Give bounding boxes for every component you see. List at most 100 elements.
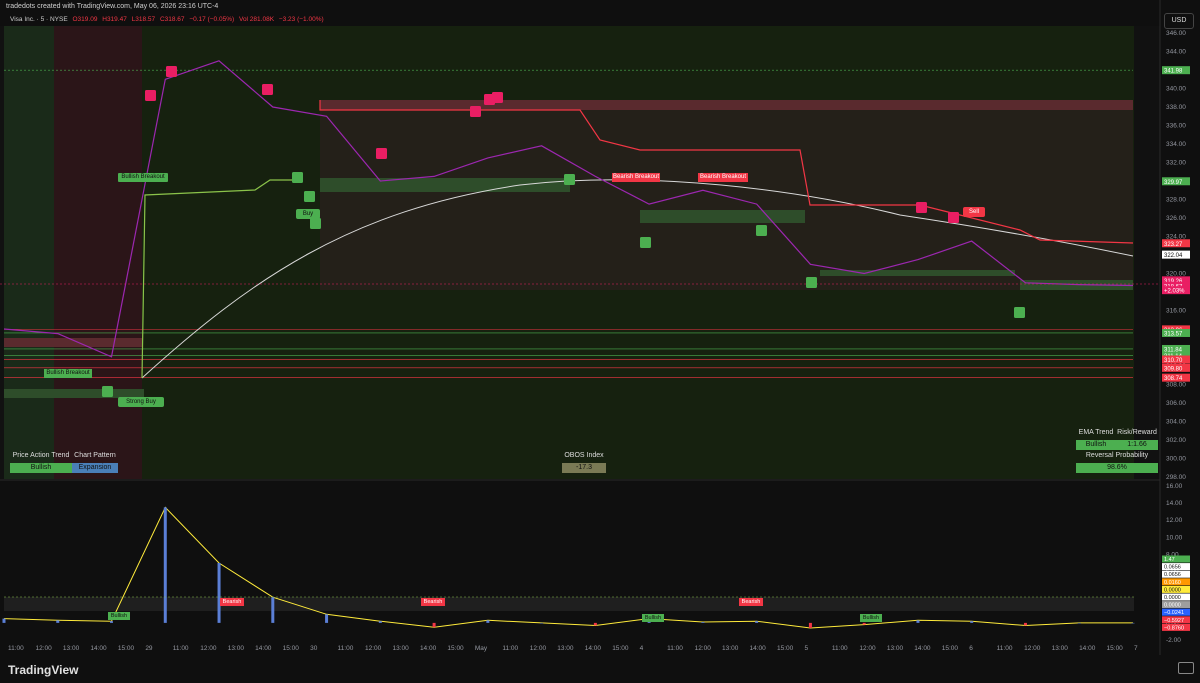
osc-tag-label: −0.8760 [1164, 625, 1184, 631]
cloud-bear [320, 110, 1133, 290]
sell-label: Sell [963, 207, 985, 217]
price-tag-label: 313.57 [1164, 331, 1183, 337]
price-chart[interactable]: 346.00344.00342.00340.00338.00336.00334.… [0, 0, 1200, 683]
bullish-breakout-label-1: Bullish Breakout [118, 173, 168, 182]
price-axis-label: 304.00 [1166, 419, 1186, 426]
time-axis-label: 4 [640, 645, 644, 652]
time-axis-label: 13:00 [887, 645, 904, 652]
price-tag-label: 341.98 [1164, 69, 1183, 75]
osc-bar [701, 622, 705, 623]
support-box-2 [640, 210, 805, 223]
osc-tag-label: 0.0656 [1164, 572, 1181, 578]
price-tag-label: 323.27 [1164, 242, 1183, 248]
price-axis-label: 316.00 [1166, 308, 1186, 315]
buy-signal-icon[interactable] [640, 237, 651, 248]
osc-bar [271, 597, 275, 623]
time-axis-label: 14:00 [255, 645, 272, 652]
osc-bar [970, 621, 974, 623]
bull-zone-left [4, 26, 54, 479]
osc-bar [808, 622, 812, 629]
time-axis-label: 11:00 [8, 645, 24, 652]
price-tag-label: 309.80 [1164, 366, 1183, 372]
osc-bullish-label-3: Bullish [860, 614, 882, 622]
time-axis-label: 12:00 [200, 645, 217, 652]
buy-signal-icon[interactable] [102, 386, 113, 397]
chart-pattern-value: Expansion [72, 463, 118, 473]
bullish-breakout-label-2: Bullish Breakout [44, 369, 92, 378]
price-axis-label: 326.00 [1166, 215, 1186, 222]
sell-signal-icon[interactable] [376, 148, 387, 159]
osc-tag-label: 0.0000 [1164, 595, 1181, 601]
buy-signal-icon[interactable] [292, 172, 303, 183]
price-axis-label: 332.00 [1166, 160, 1186, 167]
osc-tag-label: 0.0000 [1164, 603, 1181, 609]
buy-signal-icon[interactable] [304, 191, 315, 202]
sell-signal-icon[interactable] [166, 66, 177, 77]
osc-bar [56, 620, 60, 623]
time-axis-label: 14:00 [1079, 645, 1096, 652]
buy-signal-icon[interactable] [310, 218, 321, 229]
sell-signal-icon[interactable] [145, 90, 156, 101]
time-axis-label: 11:00 [338, 645, 354, 652]
time-axis-label: 13:00 [63, 645, 80, 652]
support-box-1 [320, 178, 570, 192]
osc-tag-label: 0.0160 [1164, 580, 1181, 586]
price-axis-label: 306.00 [1166, 400, 1186, 407]
osc-bar [862, 622, 866, 625]
price-axis: 346.00344.00342.00340.00338.00336.00334.… [1162, 30, 1190, 481]
bear-zone [54, 26, 142, 479]
sell-signal-icon[interactable] [470, 106, 481, 117]
osc-axis-label: 12.00 [1166, 517, 1183, 524]
tradingview-chart-window: tradedots created with TradingView.com, … [0, 0, 1200, 683]
osc-bar [1131, 622, 1135, 624]
time-axis-label: 14:00 [420, 645, 437, 652]
time-axis-label: 29 [145, 645, 153, 652]
osc-bearish-label-2: Bearish [421, 598, 445, 606]
osc-bar [378, 621, 382, 623]
time-axis-label: 12:00 [365, 645, 382, 652]
risk-reward-value: 1:1.66 [1116, 440, 1158, 450]
time-axis-label: 15:00 [118, 645, 135, 652]
sell-signal-icon[interactable] [948, 212, 959, 223]
camera-icon[interactable] [1178, 662, 1194, 674]
time-axis-label: 11:00 [832, 645, 848, 652]
bearish-breakout-label-1: Bearish Breakout [612, 173, 660, 182]
reversal-probability-title: Reversal Probability [1085, 452, 1149, 459]
osc-bar [755, 621, 759, 623]
price-axis-label: 336.00 [1166, 123, 1186, 130]
buy-signal-icon[interactable] [756, 225, 767, 236]
price-axis-label: 302.00 [1166, 437, 1186, 444]
buy-signal-icon[interactable] [564, 174, 575, 185]
time-axis-label: 14:00 [914, 645, 931, 652]
time-axis-label: 15:00 [612, 645, 629, 652]
tradingview-logo[interactable]: TradingView [8, 663, 78, 677]
osc-bullish-label-2: Bullish [642, 614, 664, 622]
tv-brand-text: TradingView [8, 663, 79, 677]
time-axis-label: 14:00 [90, 645, 107, 652]
osc-bar [110, 621, 114, 623]
buy-signal-icon[interactable] [1014, 307, 1025, 318]
price-action-trend-value: Bullish [10, 463, 72, 473]
osc-zero-band [4, 597, 1134, 611]
osc-bar [916, 620, 920, 623]
time-axis-label: 7 [1134, 645, 1138, 652]
price-axis-label: 298.00 [1166, 474, 1186, 481]
osc-tag-label: −0.0241 [1164, 610, 1184, 616]
time-axis-label: 13:00 [722, 645, 739, 652]
time-axis-label: 15:00 [942, 645, 959, 652]
time-axis-label: 11:00 [667, 645, 683, 652]
osc-tag-label: 1.47 [1164, 557, 1175, 563]
osc-bearish-label-1: Bearish [220, 598, 244, 606]
time-axis-label: 11:00 [997, 645, 1013, 652]
time-axis-label: 13:00 [1052, 645, 1069, 652]
osc-bar [1023, 622, 1027, 626]
sell-signal-icon[interactable] [262, 84, 273, 95]
buy-label: Buy [296, 209, 320, 219]
sell-signal-icon[interactable] [916, 202, 927, 213]
reversal-probability-value: 98.6% [1076, 463, 1158, 473]
price-axis-label: 334.00 [1166, 141, 1186, 148]
buy-signal-icon[interactable] [806, 277, 817, 288]
sell-signal-icon[interactable] [492, 92, 503, 103]
obos-value: -17.3 [562, 463, 606, 473]
price-axis-label: 328.00 [1166, 197, 1186, 204]
